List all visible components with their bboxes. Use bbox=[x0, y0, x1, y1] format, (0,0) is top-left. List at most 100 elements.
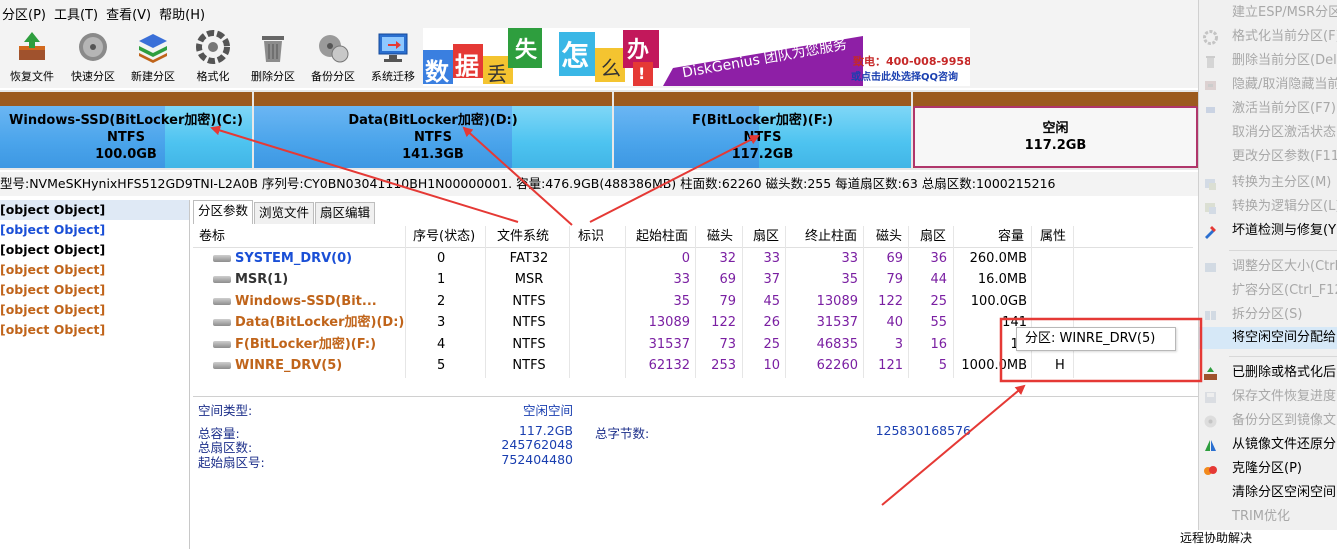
column-divider bbox=[953, 226, 954, 378]
context-menu-item[interactable]: 转换为逻辑分区(L) bbox=[1199, 196, 1337, 218]
col-attr[interactable]: 属性 bbox=[1040, 226, 1066, 247]
context-menu-item[interactable]: 调整分区大小(Ctrl+ bbox=[1199, 256, 1337, 278]
table-row[interactable]: MSR(1) 1 MSR 33 69 37 35 79 44 16.0MB bbox=[193, 269, 1193, 291]
system-migrate-button[interactable]: 系统迁移 bbox=[363, 28, 423, 86]
menu-help[interactable]: 帮助(H) bbox=[159, 4, 213, 23]
partition-capacity: 1000.0MB bbox=[961, 358, 1027, 373]
end-cylinder: 33 bbox=[841, 250, 858, 266]
context-menu-item[interactable]: 备份分区到镜像文 bbox=[1199, 410, 1337, 432]
end-cylinder: 62260 bbox=[816, 358, 858, 373]
context-menu-item[interactable]: 扩容分区(Ctrl_F12) bbox=[1199, 280, 1337, 302]
context-menu-item[interactable]: 拆分分区(S) bbox=[1199, 304, 1337, 326]
partition-index: 3 bbox=[437, 315, 445, 330]
partition-filesystem: NTFS bbox=[512, 315, 546, 330]
end-head: 122 bbox=[878, 293, 903, 309]
format-button[interactable]: 格式化 bbox=[183, 28, 243, 86]
col-volume[interactable]: 卷标 bbox=[199, 226, 225, 247]
partition-block-f[interactable]: F(BitLocker加密)(F:) NTFS 117.2GB bbox=[614, 92, 911, 168]
start-sector: 25 bbox=[763, 336, 780, 352]
tab-partition-params[interactable]: 分区参数 bbox=[193, 200, 254, 224]
space-type-value: 空闲空间 bbox=[522, 403, 573, 418]
resize-icon bbox=[1205, 263, 1216, 272]
col-start-head[interactable]: 磁头 bbox=[707, 226, 733, 247]
tab-strip: 分区参数 浏览文件 扇区编辑 bbox=[193, 200, 376, 224]
partition-block-d[interactable]: Data(BitLocker加密)(D:) NTFS 141.3GB bbox=[254, 92, 612, 168]
col-filesystem[interactable]: 文件系统 bbox=[497, 226, 549, 247]
col-start-sector[interactable]: 扇区 bbox=[753, 226, 779, 247]
backup-partition-icon bbox=[319, 35, 349, 63]
partition-block-free[interactable]: 空闲 117.2GB bbox=[913, 92, 1198, 168]
tree-item-c[interactable]: [object Object] bbox=[0, 260, 189, 280]
delete-partition-button[interactable]: 删除分区 bbox=[243, 28, 303, 86]
tree-item-system[interactable]: [object Object] bbox=[0, 220, 189, 240]
partition-capacity: 16.0MB bbox=[977, 272, 1027, 287]
menu-partition[interactable]: 分区(P) bbox=[2, 4, 54, 23]
col-capacity[interactable]: 容量 bbox=[998, 226, 1024, 247]
context-menu-item[interactable]: TRIM优化 bbox=[1199, 506, 1337, 528]
col-end-sector[interactable]: 扇区 bbox=[920, 226, 946, 247]
col-end-cyl[interactable]: 终止柱面 bbox=[805, 226, 857, 247]
col-id[interactable]: 标识 bbox=[578, 226, 604, 247]
context-menu-item[interactable]: 隐藏/取消隐藏当前分区 bbox=[1199, 74, 1337, 96]
context-menu-item-label: 已删除或格式化后 bbox=[1232, 365, 1337, 380]
backup-partition-button[interactable]: 备份分区 bbox=[303, 28, 363, 86]
context-menu-item[interactable]: 更改分区参数(F11) bbox=[1199, 146, 1337, 168]
format-icon bbox=[196, 30, 230, 64]
free-space-details: 空间类型: 空闲空间 总容量: 117.2GB 总字节数: 1258301685… bbox=[193, 396, 1198, 549]
partition-volume-name: SYSTEM_DRV(0) bbox=[235, 250, 353, 266]
tools-icon bbox=[1205, 226, 1216, 239]
partition-block-c[interactable]: Windows-SSD(BitLocker加密)(C:) NTFS 100.0G… bbox=[0, 92, 252, 168]
context-menu-item[interactable]: 格式化当前分区(F) bbox=[1199, 26, 1337, 48]
col-start-cyl[interactable]: 起始柱面 bbox=[636, 226, 688, 247]
menu-view[interactable]: 查看(V) bbox=[106, 4, 159, 23]
column-divider bbox=[625, 226, 626, 378]
partition-filesystem: NTFS bbox=[512, 358, 546, 373]
tree-item-msr[interactable]: [object Object] bbox=[0, 240, 189, 260]
context-menu-item[interactable]: 删除当前分区(Del) bbox=[1199, 50, 1337, 72]
backup-icon bbox=[1204, 415, 1217, 428]
tree-item-f[interactable]: [object Object] bbox=[0, 300, 189, 320]
end-sector: 44 bbox=[930, 272, 947, 287]
tab-sector-edit[interactable]: 扇区编辑 bbox=[315, 202, 376, 224]
context-menu-item[interactable]: 取消分区激活状态 bbox=[1199, 122, 1337, 144]
start-sector-label: 起始扇区号: bbox=[198, 455, 265, 470]
context-menu-item-label: 清除分区空闲空间 bbox=[1232, 485, 1337, 500]
partition-index: 0 bbox=[437, 250, 445, 266]
partition-fs: NTFS bbox=[414, 130, 452, 145]
col-index[interactable]: 序号(状态) bbox=[413, 226, 475, 247]
table-row[interactable]: SYSTEM_DRV(0) 0 FAT32 0 32 33 33 69 36 260.0MB bbox=[193, 248, 1193, 270]
tree-item-d[interactable]: [object Object] bbox=[0, 280, 189, 300]
new-partition-button[interactable]: 新建分区 bbox=[123, 28, 183, 86]
context-menu-item[interactable]: 保存文件恢复进度 bbox=[1199, 386, 1337, 408]
context-menu-item[interactable]: 克隆分区(P) bbox=[1199, 458, 1337, 480]
context-menu-item[interactable]: 坏道检测与修复(Y) bbox=[1199, 220, 1337, 242]
context-menu-item[interactable]: 清除分区空闲空间 bbox=[1199, 482, 1337, 504]
partition-filesystem: NTFS bbox=[512, 293, 546, 309]
restore-file-button[interactable]: 恢复文件 bbox=[2, 28, 62, 86]
banner-qq-link[interactable]: 或点击此处选择QQ咨询 bbox=[851, 68, 958, 83]
context-menu-item[interactable]: 从镜像文件还原分 bbox=[1199, 434, 1337, 456]
partition-name: Windows-SSD(BitLocker加密)(C:) bbox=[9, 113, 243, 128]
context-menu-item[interactable]: 将空闲空间分配给 bbox=[1199, 327, 1337, 349]
restore-icon bbox=[1204, 367, 1217, 380]
end-cylinder: 46835 bbox=[816, 336, 858, 352]
menu-tools[interactable]: 工具(T) bbox=[54, 4, 106, 23]
partition-label: Data(BitLocker加密)(D:) NTFS 141.3GB bbox=[254, 112, 612, 163]
tree-item-disk[interactable]: [object Object] bbox=[0, 200, 189, 220]
ad-banner[interactable]: 数 据 丢 失 怎 么 办 ! DiskGenius 团队为您服务 致电：400… bbox=[423, 28, 970, 86]
context-menu-item[interactable]: 建立ESP/MSR分区 bbox=[1199, 2, 1337, 24]
banner-char-8: ! bbox=[638, 64, 646, 83]
tree-item-winre[interactable]: [object Object] bbox=[0, 320, 189, 340]
col-end-head[interactable]: 磁头 bbox=[876, 226, 902, 247]
context-menu-item[interactable]: 已删除或格式化后 bbox=[1199, 362, 1337, 384]
context-menu-item[interactable]: 激活当前分区(F7) bbox=[1199, 98, 1337, 120]
tab-browse-files[interactable]: 浏览文件 bbox=[254, 202, 315, 224]
table-row[interactable]: Windows-SSD(Bit... 2 NTFS 35 79 45 13089 122 25 1… bbox=[193, 291, 1193, 313]
context-menu-item[interactable]: 转换为主分区(M) bbox=[1199, 172, 1337, 194]
start-cylinder: 35 bbox=[673, 293, 690, 309]
context-menu-item-label: 扩容分区(Ctrl_F12) bbox=[1232, 283, 1337, 298]
context-menu-item-label: 拆分分区(S) bbox=[1232, 307, 1303, 322]
table-row[interactable]: WINRE_DRV(5) 5 NTFS 62132 253 10 62260 121 5 1000… bbox=[193, 355, 1193, 377]
delete-partition-label: 删除分区 bbox=[251, 70, 295, 83]
quick-partition-button[interactable]: 快速分区 bbox=[63, 28, 123, 86]
